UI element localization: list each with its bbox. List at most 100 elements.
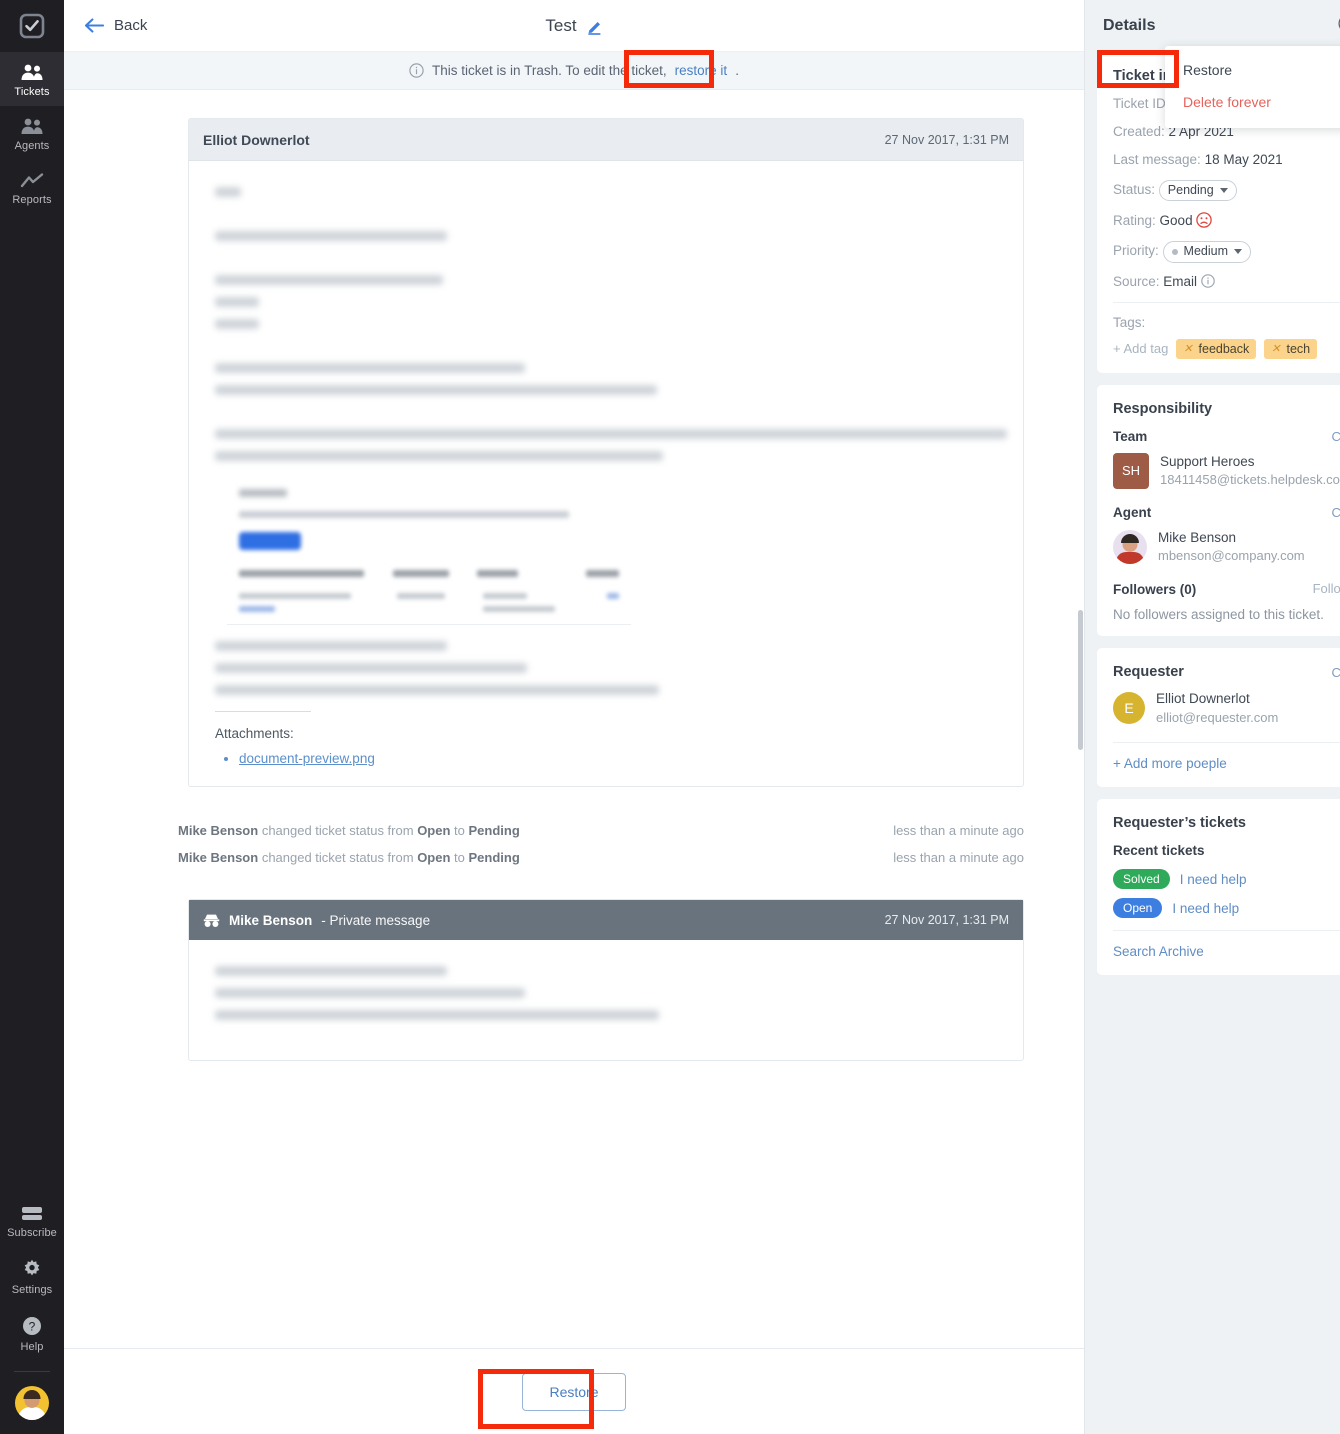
change-agent-link[interactable]: Change	[1331, 505, 1340, 520]
redacted-text-line	[215, 685, 659, 695]
private-note-body	[189, 940, 1023, 1060]
app-logo[interactable]	[0, 0, 64, 52]
rail-divider	[14, 1371, 50, 1372]
panel-divider	[1113, 742, 1340, 744]
status-dropdown[interactable]: Pending	[1158, 179, 1237, 202]
private-note-header: Mike Benson - Private message 27 Nov 201…	[189, 900, 1023, 940]
redacted-text-line	[215, 319, 259, 329]
status-badge: Open	[1113, 898, 1163, 919]
sidebar-item-reports[interactable]: Reports	[0, 160, 64, 214]
log-to-status: Pending	[468, 823, 520, 838]
message-timestamp: 27 Nov 2017, 1:31 PM	[884, 132, 1009, 147]
card-icon	[22, 1207, 42, 1220]
thread-scroll-area[interactable]: Elliot Downerlot 27 Nov 2017, 1:31 PM At…	[64, 90, 1084, 1348]
private-note-card: Mike Benson - Private message 27 Nov 201…	[188, 899, 1024, 1061]
source-row: Source: Email	[1113, 274, 1340, 291]
attachments-list: document-preview.png	[239, 751, 997, 766]
close-icon[interactable]: ✕	[1183, 342, 1192, 355]
agent-name: Mike Benson	[1158, 529, 1237, 545]
avatar[interactable]	[15, 1386, 49, 1420]
ticket-title-group: Test	[64, 0, 1084, 52]
log-text: changed ticket status from	[261, 850, 414, 865]
list-item[interactable]: Open I need help	[1113, 898, 1340, 919]
avatar	[1113, 529, 1147, 564]
agent-label: Agent	[1113, 504, 1152, 520]
priority-label: Priority:	[1113, 242, 1159, 258]
log-text: changed ticket status from	[261, 823, 414, 838]
ticket-subject-link[interactable]: I need help	[1172, 901, 1239, 916]
menu-item-restore[interactable]: Restore	[1165, 54, 1340, 86]
back-button[interactable]: Back	[84, 17, 147, 34]
requester-avatar: E	[1113, 692, 1145, 725]
ticket-id-label: Ticket ID:	[1113, 96, 1170, 111]
bottom-action-bar: Restore	[64, 1348, 1084, 1434]
followers-row: Followers (0) Follow Edit	[1113, 580, 1340, 598]
list-item[interactable]: Solved I need help	[1113, 869, 1340, 890]
sidebar-item-label: Tickets	[14, 86, 50, 98]
add-tag-button[interactable]: + Add tag	[1113, 341, 1168, 356]
menu-item-delete-forever[interactable]: Delete forever	[1165, 86, 1340, 118]
content-divider	[215, 711, 311, 712]
page-title: Test	[545, 16, 577, 35]
team-email: 18411458@tickets.helpdesk.com	[1160, 471, 1340, 487]
rating-row: Rating: Good	[1113, 212, 1340, 230]
search-archive-link[interactable]: Search Archive	[1113, 944, 1204, 959]
restore-it-link[interactable]: restore it	[675, 63, 728, 78]
log-row: Mike Benson changed ticket status from O…	[178, 844, 1024, 871]
people-icon	[21, 64, 43, 80]
log-timestamp: less than a minute ago	[893, 823, 1024, 838]
log-actor: Mike Benson	[178, 850, 259, 865]
tag-label: feedback	[1198, 341, 1250, 356]
restore-button[interactable]: Restore	[522, 1372, 626, 1411]
log-from-status: Open	[417, 823, 451, 838]
trend-line-icon	[20, 173, 44, 188]
ticket-main-column: Back Test This ticket is in Trash. To ed…	[64, 0, 1085, 1434]
details-title: Details	[1103, 17, 1156, 34]
followers-label: Followers (0)	[1113, 581, 1197, 597]
responsibility-title: Responsibility	[1113, 400, 1213, 417]
message-header: Elliot Downerlot 27 Nov 2017, 1:31 PM	[189, 119, 1023, 161]
change-team-link[interactable]: Change	[1331, 429, 1340, 444]
top-bar: Back Test	[64, 0, 1084, 52]
priority-dropdown[interactable]: Medium	[1162, 241, 1251, 263]
team-row: Team Change	[1113, 429, 1340, 444]
agent-entity: Mike Benson mbenson@company.com	[1113, 529, 1340, 565]
redacted-text-line	[215, 988, 525, 998]
close-icon[interactable]: ✕	[1271, 342, 1280, 355]
details-context-menu: Restore Delete forever	[1165, 46, 1340, 128]
note-timestamp: 27 Nov 2017, 1:31 PM	[884, 913, 1009, 927]
scrollbar[interactable]	[1077, 90, 1084, 1348]
rating-value: Good	[1159, 213, 1193, 229]
scrollbar-thumb[interactable]	[1078, 610, 1083, 750]
sidebar-item-help[interactable]: ? Help	[0, 1304, 64, 1361]
tags-row: + Add tag ✕ feedback ✕ tech	[1113, 338, 1340, 359]
tag-chip[interactable]: ✕ tech	[1264, 338, 1318, 359]
team-label: Team	[1113, 428, 1148, 444]
log-actor: Mike Benson	[178, 823, 259, 838]
svg-text:?: ?	[29, 1319, 36, 1333]
team-entity: SH Support Heroes 18411458@tickets.helpd…	[1113, 452, 1340, 489]
requester-title: Requester	[1113, 664, 1184, 681]
attachment-link[interactable]: document-preview.png	[239, 751, 375, 766]
tag-chip[interactable]: ✕ feedback	[1176, 338, 1257, 359]
pencil-icon[interactable]	[586, 18, 603, 35]
sidebar-item-agents[interactable]: Agents	[0, 106, 64, 160]
status-badge: Solved	[1113, 869, 1170, 890]
add-more-people-link[interactable]: + Add more poeple	[1113, 756, 1227, 771]
chevron-down-icon	[1219, 187, 1228, 193]
last-message-row: Last message: 18 May 2021	[1113, 152, 1340, 169]
sidebar-item-tickets[interactable]: Tickets	[0, 52, 64, 106]
ticket-subject-link[interactable]: I need help	[1180, 872, 1247, 887]
sidebar-item-subscribe[interactable]: Subscribe	[0, 1194, 64, 1247]
tags-label: Tags:	[1113, 314, 1146, 330]
redacted-text-line	[215, 966, 447, 976]
sad-face-icon	[1196, 212, 1213, 228]
follow-link[interactable]: Follow	[1313, 581, 1340, 596]
question-circle-icon: ?	[23, 1317, 41, 1335]
thread-message-card: Elliot Downerlot 27 Nov 2017, 1:31 PM At…	[188, 118, 1024, 787]
activity-log: Mike Benson changed ticket status from O…	[178, 817, 1024, 871]
sidebar-item-label: Reports	[12, 194, 52, 206]
change-requester-link[interactable]: Change	[1331, 665, 1340, 680]
sidebar-item-settings[interactable]: Settings	[0, 1247, 64, 1304]
arrow-left-icon	[84, 18, 104, 33]
